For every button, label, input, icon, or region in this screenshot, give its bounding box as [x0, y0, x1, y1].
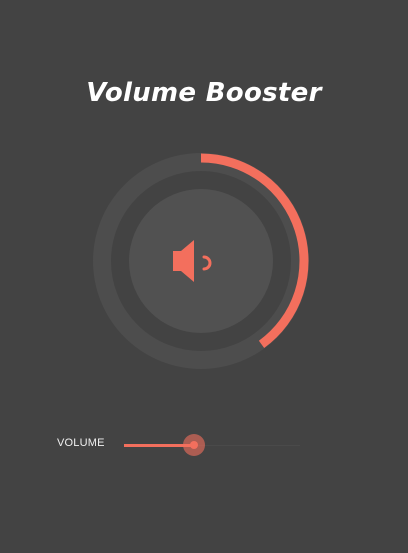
app-title: Volume Booster: [86, 78, 322, 108]
volume-label: VOLUME: [57, 437, 105, 449]
booster-dial[interactable]: [93, 153, 309, 369]
app-screen: Volume Booster VOLUME: [0, 0, 408, 553]
dial-inner-disc[interactable]: [129, 189, 273, 333]
booster-dial-graphic: [93, 153, 309, 369]
volume-row: VOLUME: [0, 425, 408, 461]
volume-slider[interactable]: [124, 431, 300, 459]
